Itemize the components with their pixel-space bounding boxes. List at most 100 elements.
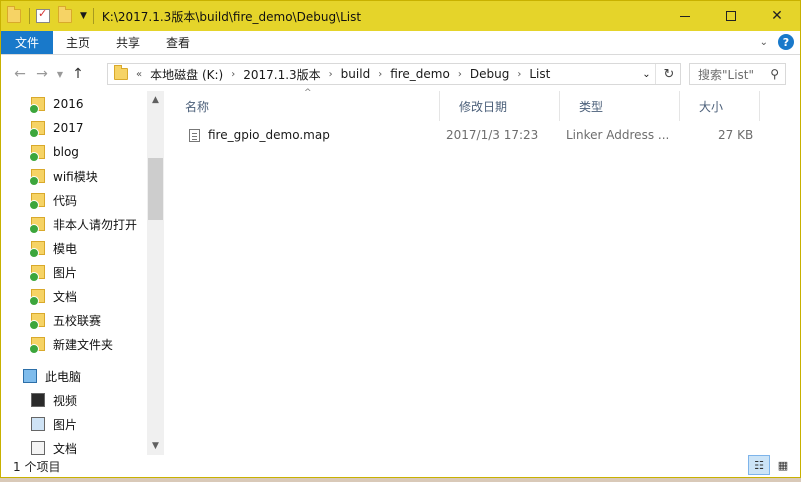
expand-ribbon-icon[interactable]: ⌄ [760, 37, 768, 48]
nav-item-label: 文档 [53, 289, 78, 304]
file-type: Linker Address ... [566, 128, 670, 142]
search-input[interactable]: 搜索"List" ⚲ [689, 63, 786, 85]
explorer-window: ▼ K:\2017.1.3版本\build\fire_demo\Debug\Li… [0, 0, 801, 478]
breadcrumb-fire-demo[interactable]: fire_demo [390, 67, 450, 81]
synced-folder-icon [29, 145, 45, 162]
view-switcher: ☷ ▦ [748, 455, 794, 475]
column-label: 修改日期 [459, 99, 508, 114]
nav-item-pictures[interactable]: 图片 [31, 413, 77, 435]
nav-item-label: 图片 [53, 417, 78, 432]
document-icon [31, 441, 45, 455]
scrollbar-thumb[interactable] [148, 158, 163, 220]
up-button[interactable]: ↑ [67, 66, 89, 82]
column-header-type[interactable]: 类型 [560, 91, 680, 121]
chevron-right-icon[interactable]: › [231, 69, 235, 80]
properties-icon[interactable] [36, 7, 50, 23]
nav-item-folder[interactable]: 代码 [29, 189, 78, 211]
breadcrumb-debug[interactable]: Debug [470, 67, 509, 81]
breadcrumb-version[interactable]: 2017.1.3版本 [243, 66, 320, 83]
nav-item-label: 此电脑 [45, 369, 82, 384]
table-row[interactable]: fire_gpio_demo.map 2017/1/3 17:23 Linker… [184, 124, 774, 146]
file-size: 27 KB [718, 128, 754, 142]
column-header-date[interactable]: 修改日期 [440, 91, 560, 121]
nav-item-label: blog [53, 145, 79, 159]
nav-item-label: 视频 [53, 393, 78, 408]
folder-icon [114, 65, 128, 80]
divider [92, 8, 94, 24]
forward-button[interactable]: → [31, 66, 53, 82]
address-history-dropdown[interactable]: ⌄ [638, 64, 656, 84]
tab-file[interactable]: 文件 [1, 31, 54, 54]
close-button[interactable]: ✕ [754, 1, 800, 31]
computer-icon [23, 369, 37, 383]
minimize-button[interactable] [662, 1, 708, 31]
synced-folder-icon [29, 241, 45, 258]
navigation-pane: 2016 2017 blog wifi模块 代码 非本人请勿打开 模电 图片 文… [1, 91, 164, 455]
nav-item-folder[interactable]: 非本人请勿打开 [29, 213, 138, 235]
synced-folder-icon [29, 193, 45, 210]
breadcrumb-build[interactable]: build [341, 67, 371, 81]
window-title: K:\2017.1.3版本\build\fire_demo\Debug\List [101, 9, 362, 24]
chevron-right-icon[interactable]: › [329, 69, 333, 80]
column-header-name[interactable]: 名称 [166, 91, 440, 121]
overflow-chevron[interactable]: « [136, 69, 142, 80]
large-icons-view-icon[interactable]: ▦ [772, 455, 794, 475]
title-bar: ▼ K:\2017.1.3版本\build\fire_demo\Debug\Li… [1, 1, 800, 31]
recent-locations-dropdown[interactable]: ▼ [53, 70, 67, 79]
video-icon [31, 393, 45, 407]
nav-item-videos[interactable]: 视频 [31, 389, 77, 411]
file-icon [189, 128, 200, 142]
details-view-icon[interactable]: ☷ [748, 455, 770, 475]
item-count: 1 个项目 [13, 459, 61, 474]
synced-folder-icon [29, 217, 45, 234]
synced-folder-icon [29, 169, 45, 186]
new-folder-icon[interactable] [58, 6, 72, 23]
nav-item-this-pc[interactable]: 此电脑 [23, 365, 81, 387]
nav-item-folder[interactable]: wifi模块 [29, 165, 98, 187]
tab-view[interactable]: 查看 [153, 31, 203, 54]
breadcrumb-list[interactable]: List [529, 67, 550, 81]
synced-folder-icon [29, 289, 45, 306]
search-icon[interactable]: ⚲ [770, 67, 779, 81]
nav-item-folder[interactable]: 五校联赛 [29, 309, 101, 331]
chevron-right-icon[interactable]: › [378, 69, 382, 80]
address-bar[interactable]: « 本地磁盘 (K:) › 2017.1.3版本 › build › fire_… [107, 63, 681, 85]
nav-item-label: 代码 [53, 193, 78, 208]
nav-item-label: 模电 [53, 241, 78, 256]
column-header-size[interactable]: 大小 [680, 91, 760, 121]
synced-folder-icon [29, 337, 45, 354]
chevron-down-icon[interactable]: ▼ [147, 437, 164, 454]
nav-item-label: wifi模块 [53, 169, 98, 184]
back-button[interactable]: ← [9, 66, 31, 82]
tab-share[interactable]: 共享 [103, 31, 153, 54]
synced-folder-icon [29, 313, 45, 330]
nav-item-folder[interactable]: 新建文件夹 [29, 333, 114, 355]
nav-item-label: 2017 [53, 121, 84, 135]
nav-item-folder[interactable]: blog [29, 141, 79, 163]
customize-toolbar-dropdown[interactable]: ▼ [80, 11, 87, 21]
nav-item-folder[interactable]: 模电 [29, 237, 78, 259]
nav-item-label: 非本人请勿打开 [53, 217, 138, 232]
maximize-button[interactable] [708, 1, 754, 31]
refresh-icon[interactable]: ↻ [658, 64, 680, 84]
nav-item-folder[interactable]: 文档 [29, 285, 78, 307]
nav-item-documents[interactable]: 文档 [31, 437, 77, 455]
window-controls: ✕ [662, 1, 800, 31]
nav-item-label: 2016 [53, 97, 84, 111]
nav-scrollbar[interactable]: ▲ ▼ [147, 91, 164, 455]
help-icon[interactable]: ? [778, 34, 794, 50]
breadcrumb-drive[interactable]: 本地磁盘 (K:) [150, 66, 223, 83]
chevron-right-icon[interactable]: › [517, 69, 521, 80]
tab-home[interactable]: 主页 [53, 31, 103, 54]
nav-item-folder[interactable]: 图片 [29, 261, 77, 283]
nav-item-folder[interactable]: 2017 [29, 117, 84, 139]
chevron-up-icon[interactable]: ▲ [147, 91, 164, 108]
search-placeholder: 搜索"List" [698, 67, 755, 82]
synced-folder-icon [29, 121, 45, 138]
chevron-right-icon[interactable]: › [458, 69, 462, 80]
nav-item-folder[interactable]: 2016 [29, 93, 84, 115]
file-name: fire_gpio_demo.map [208, 128, 330, 142]
nav-item-label: 文档 [53, 441, 78, 456]
synced-folder-icon [29, 265, 45, 282]
nav-item-label: 新建文件夹 [53, 337, 114, 352]
